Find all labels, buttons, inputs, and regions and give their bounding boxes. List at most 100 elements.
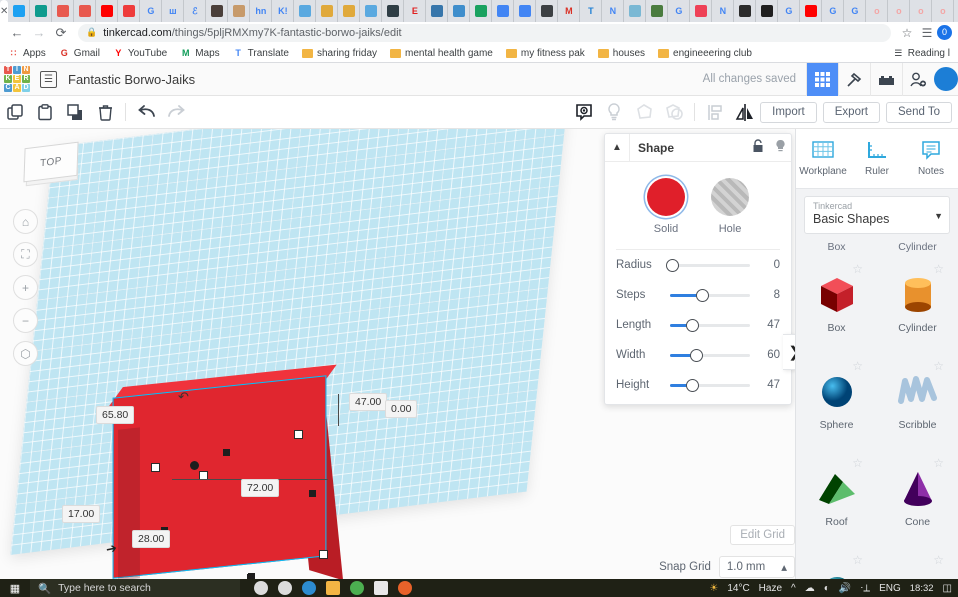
dark-chat-tab[interactable] [756,0,778,22]
extensions-icon[interactable]: ☰ [917,26,937,40]
tinkercad-logo[interactable]: TINKERCAD [4,66,30,92]
script-tab[interactable]: ℰ [184,0,206,22]
hole-mode[interactable]: Hole [711,178,749,235]
light-button[interactable] [599,96,629,129]
reading-list-button[interactable]: ☰ Reading l [893,48,950,59]
zoom-out-button[interactable]: − [13,308,38,333]
bookmark-star-icon[interactable]: ☆ [897,26,917,40]
radius-slider[interactable]: Radius0 [605,250,791,280]
bookmark-translate[interactable]: TTranslate [233,48,289,59]
dark-photo-tab[interactable] [206,0,228,22]
grid-view-button[interactable] [806,63,838,96]
weather-temp[interactable]: 14°C [727,583,749,594]
docs-tab[interactable] [492,0,514,22]
favorite-star-icon[interactable]: ☆ [933,553,944,567]
reload-button[interactable]: ⟳ [50,25,72,41]
bluetooth-icon[interactable]: ⋅⟂ [860,583,870,594]
orange-o-tab[interactable]: o [866,0,888,22]
ungroup-button[interactable] [659,96,689,129]
tree-green-tab[interactable] [646,0,668,22]
slider-knob[interactable] [686,319,699,332]
back-button[interactable]: ← [6,25,28,40]
shape-sphere[interactable]: ☆Sphere [796,352,877,449]
height-label[interactable]: 47.00 [349,393,387,411]
invite-button[interactable] [902,63,934,96]
avatar[interactable] [934,67,958,91]
teal-tab[interactable] [30,0,52,22]
shape-box[interactable]: ☆Box [796,255,877,352]
chrome-button[interactable] [350,581,364,595]
export-button[interactable]: Export [823,102,880,123]
globe-tab[interactable] [624,0,646,22]
grid-colored-tab-2[interactable] [74,0,96,22]
google-tab-5[interactable]: G [844,0,866,22]
docs-tab-2[interactable] [514,0,536,22]
edge-handle-right[interactable] [309,490,316,497]
zoom-in-button[interactable]: + [13,275,38,300]
rotate-center-handle[interactable] [190,461,199,470]
rotate-arrow-top-icon[interactable]: ↶ [178,389,189,405]
paste-button[interactable] [30,96,60,129]
pocket-tab[interactable] [690,0,712,22]
workplane-tool[interactable]: Workplane [796,129,850,188]
orange-o-tab-4[interactable]: o [932,0,954,22]
edge-handle-top[interactable] [223,449,230,456]
solid-mode[interactable]: Solid [647,178,685,235]
barcode-tab[interactable] [734,0,756,22]
home-view-button[interactable]: ⌂ [13,209,38,234]
align-button[interactable] [700,96,730,129]
view-cube-top-face[interactable]: TOP [23,142,78,183]
unlock-icon[interactable] [747,139,769,156]
tree-tab[interactable] [382,0,404,22]
slider-track[interactable] [670,258,750,272]
language-indicator[interactable]: ENG [879,583,901,594]
e-red-tab[interactable]: E [404,0,426,22]
width-slider[interactable]: Width60 [605,340,791,370]
notification-icon[interactable]: ◫ [943,583,952,594]
drive-tab[interactable] [470,0,492,22]
delete-button[interactable] [90,96,120,129]
grid-colored-tab[interactable] [52,0,74,22]
dark-square-tab[interactable] [536,0,558,22]
bookmark-gmail[interactable]: GGmail [59,48,100,59]
python-tab[interactable] [426,0,448,22]
orange-o-tab-3[interactable]: o [910,0,932,22]
slider-knob[interactable] [690,349,703,362]
steps-slider[interactable]: Steps8 [605,280,791,310]
copy-button[interactable] [0,96,30,129]
edit-grid-button[interactable]: Edit Grid [730,525,795,545]
shape-roof[interactable]: ☆Roof [796,449,877,546]
google-tab-2[interactable]: G [668,0,690,22]
shape-cylinder[interactable]: ☆Cylinder [877,255,958,352]
import-button[interactable]: Import [760,102,817,123]
bee-tab[interactable] [316,0,338,22]
undo-button[interactable] [131,96,161,129]
snap-grid-select[interactable]: 1.0 mm ▴ [719,556,795,578]
red-circle-tab[interactable] [118,0,140,22]
notes-tool[interactable]: Notes [904,129,958,188]
hole-swatch[interactable] [711,178,749,216]
profile-avatar[interactable]: 0 [937,25,952,40]
cloud-icon[interactable]: ☁ [805,583,815,594]
bookmark-houses[interactable]: houses [598,48,645,59]
slider-knob[interactable] [696,289,709,302]
slider-track[interactable] [670,378,750,392]
shape-library-picker[interactable]: Tinkercad Basic Shapes ▼ [804,196,950,234]
ruler-tool[interactable]: Ruler [850,129,904,188]
bookmark-mental-health-game[interactable]: mental health game [390,48,493,59]
corner-handle-left[interactable] [151,463,160,472]
youtube-tab-2[interactable] [800,0,822,22]
google-tab[interactable]: G [140,0,162,22]
orange-o-tab-2[interactable]: o [888,0,910,22]
fit-view-button[interactable]: ⛶ [13,242,38,267]
mail-blue-tab[interactable] [294,0,316,22]
explorer-button[interactable] [326,581,340,595]
show-hidden-icons[interactable]: ^ [791,583,796,594]
y-offset-label[interactable]: 17.00 [62,505,100,523]
kahoot-tab[interactable]: K! [272,0,294,22]
z-position-label[interactable]: 0.00 [385,400,417,418]
shape-cone[interactable]: ☆Cone [877,449,958,546]
bookmark-apps[interactable]: ∷Apps [8,48,46,59]
solid-swatch[interactable] [647,178,685,216]
slider-track[interactable] [670,318,750,332]
